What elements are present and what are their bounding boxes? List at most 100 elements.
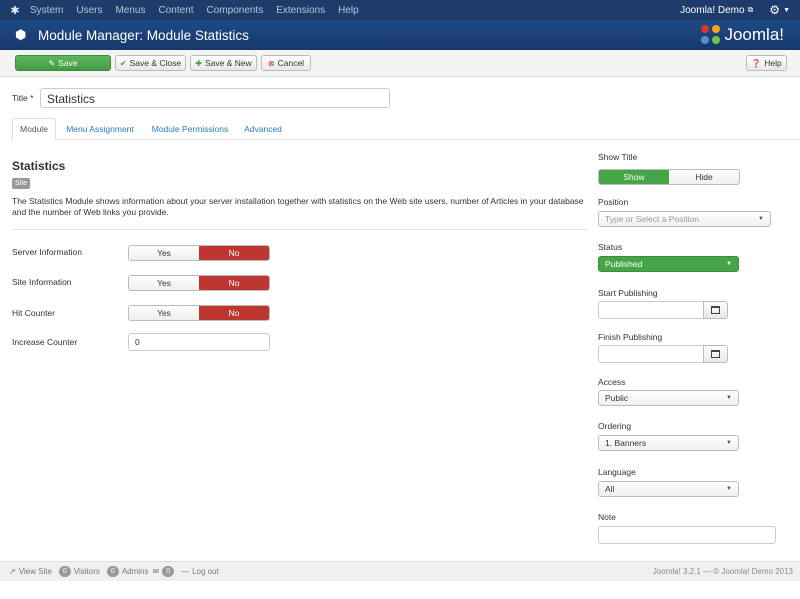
menu-menus[interactable]: Menus — [115, 5, 145, 16]
language-value: All — [605, 484, 615, 494]
check-icon: ✔ — [119, 58, 127, 68]
show-title-toggle: Show Hide — [598, 169, 740, 185]
top-navbar: ✱ System Users Menus Content Components … — [0, 0, 800, 20]
increase-counter-input[interactable]: 0 — [128, 333, 270, 351]
chevron-down-icon: ▼ — [726, 440, 732, 446]
brand-text: Joomla! — [724, 25, 784, 44]
tabs: Module Menu Assignment Module Permission… — [12, 118, 800, 140]
access-select[interactable]: Public ▼ — [598, 390, 739, 406]
tab-module[interactable]: Module — [12, 118, 56, 140]
gear-icon[interactable]: ⚙ — [769, 3, 780, 17]
title-input[interactable]: Statistics — [40, 88, 390, 108]
save-close-button[interactable]: ✔ Save & Close — [115, 55, 186, 71]
save-new-button[interactable]: ✚ Save & New — [190, 55, 257, 71]
note-input[interactable] — [598, 526, 776, 544]
tab-module-permissions[interactable]: Module Permissions — [147, 118, 233, 140]
hit-counter-yes[interactable]: Yes — [129, 306, 199, 320]
logout-link[interactable]: — Log out — [181, 567, 219, 576]
server-information-toggle: Yes No — [128, 245, 270, 261]
tab-menu-assignment[interactable]: Menu Assignment — [62, 118, 138, 140]
status-bar: ↗ View Site 0 Visitors 0 Admins ✉ 0 — Lo… — [0, 561, 800, 581]
start-publishing-calendar-button[interactable] — [703, 301, 728, 319]
menu-content[interactable]: Content — [158, 5, 193, 16]
position-label: Position — [598, 197, 629, 207]
chevron-down-icon: ▼ — [726, 486, 732, 492]
help-button[interactable]: ❓ Help — [746, 55, 787, 71]
site-information-yes[interactable]: Yes — [129, 276, 199, 290]
site-information-label: Site Information — [12, 277, 72, 287]
server-information-yes[interactable]: Yes — [129, 246, 199, 260]
chevron-down-icon: ▼ — [758, 216, 764, 222]
joomla-flower-icon — [701, 25, 721, 45]
language-select[interactable]: All ▼ — [598, 481, 739, 497]
navbar-right: Joomla! Demo ⧉ ⚙ ▼ — [680, 0, 790, 20]
cancel-label: Cancel — [277, 58, 305, 68]
module-description: The Statistics Module shows information … — [12, 196, 584, 217]
cancel-button[interactable]: ⊗ Cancel — [261, 55, 311, 71]
title-label: Title * — [12, 93, 34, 103]
chevron-down-icon: ▼ — [726, 395, 732, 401]
envelope-icon: ✉ — [152, 567, 160, 576]
menu-components[interactable]: Components — [207, 5, 264, 16]
calendar-icon — [711, 350, 720, 358]
messages-item[interactable]: ✉ 0 — [153, 566, 178, 577]
ordering-select[interactable]: 1. Banners ▼ — [598, 435, 739, 451]
menu-system[interactable]: System — [30, 5, 63, 16]
joomla-brand: Joomla! — [701, 25, 784, 45]
visitors-label: Visitors — [73, 567, 100, 576]
site-information-no[interactable]: No — [199, 276, 269, 290]
position-placeholder: Type or Select a Position — [605, 214, 700, 224]
tab-advanced[interactable]: Advanced — [240, 118, 286, 140]
hit-counter-no[interactable]: No — [199, 306, 269, 320]
access-label: Access — [598, 377, 626, 387]
site-information-toggle: Yes No — [128, 275, 270, 291]
admins-label: Admins — [121, 567, 149, 576]
save-button[interactable]: ✎ Save — [15, 55, 111, 71]
menu-users[interactable]: Users — [76, 5, 102, 16]
status-label: Status — [598, 242, 623, 252]
note-label: Note — [598, 512, 616, 522]
server-information-label: Server Information — [12, 247, 82, 257]
finish-publishing-label: Finish Publishing — [598, 332, 663, 342]
save-label: Save — [58, 58, 78, 68]
finish-publishing-calendar-button[interactable] — [703, 345, 728, 363]
finish-publishing-input[interactable] — [598, 345, 704, 363]
show-title-hide[interactable]: Hide — [669, 170, 739, 184]
toolbar: ✎ Save ✔ Save & Close ✚ Save & New ⊗ Can… — [0, 50, 800, 77]
start-publishing-input[interactable] — [598, 301, 704, 319]
minus-icon: — — [181, 567, 190, 576]
visitors-item: 0 Visitors — [56, 566, 100, 577]
footer-copyright: Joomla! 3.2.1 — © Joomla! Demo 2013 — [652, 567, 793, 576]
top-menu: System Users Menus Content Components Ex… — [30, 5, 372, 16]
language-label: Language — [598, 467, 636, 477]
status-select[interactable]: Published ▼ — [598, 256, 739, 272]
share-icon: ↗ — [9, 567, 16, 576]
view-site-label: View Site — [18, 567, 52, 576]
menu-help[interactable]: Help — [338, 5, 359, 16]
show-title-show[interactable]: Show — [599, 170, 669, 184]
module-name: Statistics — [12, 159, 66, 173]
admins-count: 0 — [106, 566, 119, 577]
help-label: Help — [764, 58, 782, 68]
hit-counter-label: Hit Counter — [12, 308, 55, 318]
plus-icon: ✚ — [195, 58, 202, 68]
increase-counter-label: Increase Counter — [12, 337, 78, 347]
view-site-link[interactable]: ↗ View Site — [9, 567, 52, 576]
messages-count: 0 — [162, 566, 175, 577]
menu-extensions[interactable]: Extensions — [276, 5, 325, 16]
show-title-label: Show Title — [598, 152, 638, 162]
start-publishing-label: Start Publishing — [598, 288, 658, 298]
hit-counter-toggle: Yes No — [128, 305, 270, 321]
cancel-icon: ⊗ — [267, 58, 275, 68]
save-close-label: Save & Close — [129, 58, 182, 68]
ordering-value: 1. Banners — [605, 438, 647, 448]
divider — [12, 229, 587, 230]
question-icon: ❓ — [751, 58, 762, 68]
site-link[interactable]: Joomla! Demo — [680, 5, 744, 16]
chevron-down-icon: ▼ — [783, 6, 790, 14]
access-value: Public — [605, 393, 629, 403]
joomla-logo-icon[interactable]: ✱ — [0, 0, 30, 20]
admins-item: 0 Admins — [104, 566, 149, 577]
server-information-no[interactable]: No — [199, 246, 269, 260]
position-select[interactable]: Type or Select a Position ▼ — [598, 211, 771, 227]
